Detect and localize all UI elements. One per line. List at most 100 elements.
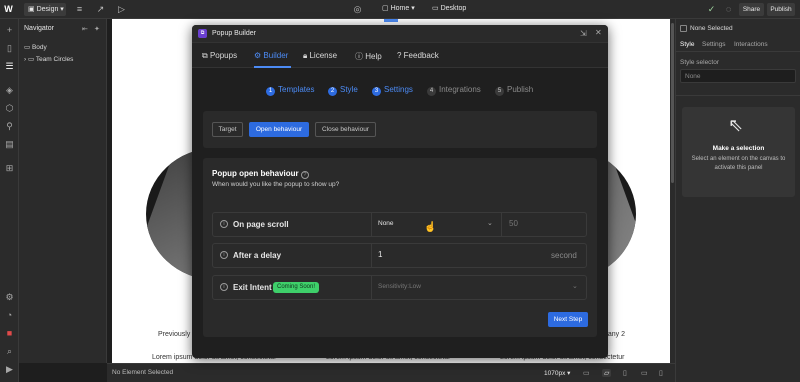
info-icon[interactable]: i	[220, 283, 228, 291]
delay-unit: second	[551, 251, 577, 260]
step-integrations[interactable]: 4 Integrations	[427, 85, 481, 96]
step-number: 4	[427, 87, 436, 96]
add-icon[interactable]: +	[4, 25, 15, 36]
navigator-panel: Navigator ⇤ ✦ ▭ Body › ▭ Team Circles	[19, 19, 107, 363]
element-icon: ▭	[27, 56, 36, 63]
option-on-page-scroll: i On page scroll None ⌄ ☝ 50	[212, 212, 587, 237]
design-mode-icon: ▣	[28, 6, 37, 13]
assets-icon[interactable]: ▤	[4, 139, 15, 150]
collapse-icon[interactable]: ⇲	[580, 29, 587, 38]
none-selected-label: None Selected	[690, 25, 733, 32]
option-label: After a delay	[233, 251, 282, 260]
navigator-item-body[interactable]: ▭ Body	[24, 43, 47, 51]
tab-style[interactable]: Style	[680, 41, 694, 48]
pin-icon[interactable]: ✦	[94, 25, 100, 33]
chevron-down-icon: ⌄	[487, 220, 493, 227]
webflow-logo-icon[interactable]: W	[3, 4, 14, 15]
laptop-breakpoint-icon[interactable]: ▱	[602, 369, 612, 377]
tab-label: Popups	[209, 51, 238, 60]
style-selector-label: Style selector	[680, 59, 720, 66]
step-templates[interactable]: 1 Templates	[266, 85, 314, 96]
cms-icon[interactable]: ⬡	[4, 103, 15, 114]
navigator-item-label: Body	[31, 44, 47, 51]
comment-icon[interactable]: ◌	[723, 4, 734, 15]
tab-interactions[interactable]: Interactions	[734, 41, 768, 48]
chevron-down-icon: ▾	[409, 5, 415, 12]
audit-icon[interactable]: ◔	[4, 310, 15, 321]
delay-input[interactable]: 1	[378, 250, 382, 259]
step-label: Settings	[384, 85, 413, 94]
chevron-down-icon: ▾	[58, 6, 64, 13]
empty-selection-title: Make a selection	[712, 145, 765, 152]
scroll-percent-input[interactable]: 50	[509, 219, 518, 228]
subtab-close-behaviour[interactable]: Close behaviour	[315, 122, 376, 137]
step-style[interactable]: 2 Style	[328, 85, 358, 96]
navigator-title: Navigator	[24, 25, 54, 32]
option-label: Exit Intent	[233, 283, 272, 292]
step-number: 3	[372, 87, 381, 96]
info-icon: ⓘ	[355, 52, 366, 61]
tab-label: License	[309, 51, 338, 60]
tab-label: Feedback	[403, 51, 439, 60]
tab-popups[interactable]: ⧉ Popups	[202, 51, 237, 61]
popup-builder-logo-icon: ⧉	[198, 29, 207, 38]
design-mode-button[interactable]: ▣ Design ▾	[24, 3, 66, 16]
canvas-top-handle[interactable]	[384, 19, 398, 22]
breakpoint-width[interactable]: 1070px ▾	[544, 369, 570, 377]
device-selector[interactable]: ▭ Desktop	[432, 4, 466, 12]
next-step-button[interactable]: Next Step	[548, 312, 588, 327]
style-selector-input[interactable]: None	[680, 69, 796, 83]
tablet-breakpoint-icon[interactable]: ▯	[623, 369, 627, 377]
play-icon[interactable]: ▷	[116, 4, 127, 15]
sensitivity-select[interactable]: Sensitivity:Low ⌄	[372, 276, 587, 299]
step-number: 5	[495, 87, 504, 96]
variables-icon[interactable]: ⚲	[4, 121, 15, 132]
subtab-open-behaviour[interactable]: Open behaviour	[249, 122, 309, 137]
step-number: 2	[328, 87, 337, 96]
components-icon[interactable]: ◈	[4, 85, 15, 96]
step-number: 1	[266, 87, 275, 96]
step-settings[interactable]: 3 Settings	[372, 85, 413, 96]
database-icon[interactable]: ≡	[74, 4, 85, 15]
collapse-icon[interactable]: ⇤	[82, 25, 88, 33]
scroll-select[interactable]: None ⌄ ☝	[372, 213, 501, 236]
question-icon: ?	[397, 51, 404, 60]
breakpoint-width-value: 1070px	[544, 370, 566, 377]
none-selected-checkbox[interactable]	[680, 25, 687, 32]
navigator-icon[interactable]: ☰	[4, 61, 15, 72]
step-label: Style	[340, 85, 358, 94]
settings-icon[interactable]: ⚙	[4, 292, 15, 303]
globe-icon[interactable]: ◎	[352, 4, 363, 15]
share-button[interactable]: Share	[739, 3, 764, 16]
popup-builder-modal: ⧉ Popup Builder ⇲ ✕ ⧉ Popups ⚙ Builder 🔒…	[192, 25, 608, 358]
pages-icon[interactable]: ▯	[4, 43, 15, 54]
info-icon[interactable]: i	[220, 220, 228, 228]
page-selector[interactable]: ▢ Home ▾	[382, 4, 415, 12]
close-icon[interactable]: ✕	[595, 28, 602, 37]
tab-help[interactable]: ⓘ Help	[355, 51, 382, 62]
canvas-scrollbar-thumb[interactable]	[671, 23, 674, 183]
apps-icon[interactable]: ⊞	[4, 163, 15, 174]
mobile-portrait-icon[interactable]: ▯	[659, 369, 663, 377]
empty-selection-desc-1: Select an element on the canvas to	[691, 156, 786, 162]
analytics-icon[interactable]: ↗	[95, 4, 106, 15]
publish-button[interactable]: Publish	[767, 3, 795, 16]
tab-feedback[interactable]: ? Feedback	[397, 51, 439, 60]
empty-selection-card: ⇖ Make a selection Select an element on …	[682, 107, 795, 197]
step-publish[interactable]: 5 Publish	[495, 85, 533, 96]
navigator-item-team-circles[interactable]: › ▭ Team Circles	[24, 55, 73, 63]
desktop-breakpoint-icon[interactable]: ▭	[583, 369, 590, 377]
tab-builder[interactable]: ⚙ Builder	[254, 51, 288, 60]
search-icon[interactable]: ⌕	[4, 346, 15, 357]
video-icon[interactable]: ▶	[4, 364, 15, 375]
tab-settings[interactable]: Settings	[702, 41, 726, 48]
popup-app-icon[interactable]: ■	[4, 328, 15, 339]
info-icon[interactable]: i	[220, 251, 228, 259]
subtab-target[interactable]: Target	[212, 122, 243, 137]
status-bar: No Element Selected 1070px ▾ ▭ ▱ ▯ ▭ ▯	[107, 363, 675, 382]
mobile-landscape-icon[interactable]: ▭	[641, 369, 648, 377]
style-panel: None Selected Style Settings Interaction…	[675, 19, 800, 382]
help-icon[interactable]: ?	[300, 171, 309, 179]
check-icon[interactable]: ✓	[706, 4, 717, 15]
tab-license[interactable]: 🔒︎ License	[303, 51, 337, 61]
